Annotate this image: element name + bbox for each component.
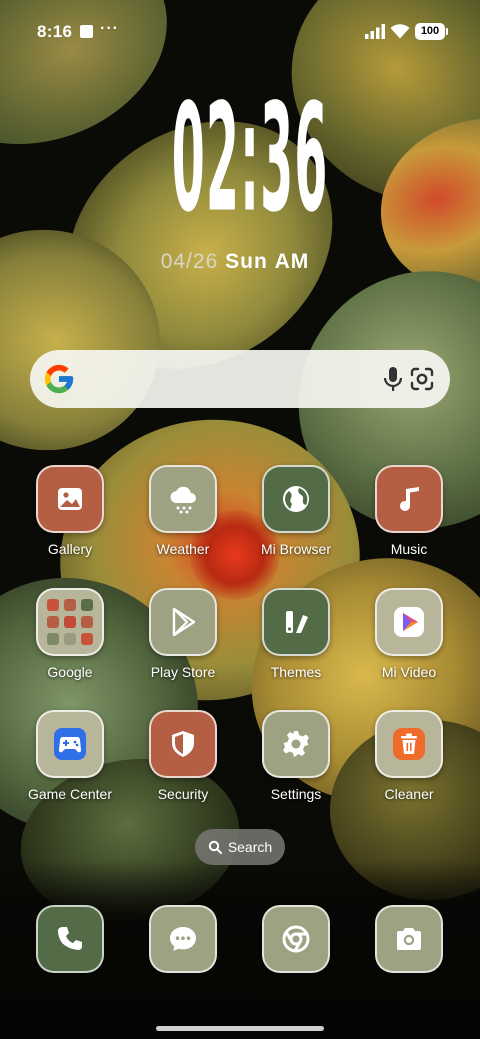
battery-indicator: 100 (415, 23, 448, 40)
signal-icon (365, 24, 385, 39)
clock-date: 04/26 (160, 250, 219, 273)
chrome-icon (282, 925, 310, 953)
more-notifications-icon: ··· (100, 20, 119, 37)
clock-time: 02:36 (171, 71, 329, 246)
notification-icon (80, 25, 93, 38)
status-bar: 8:16 ··· 100 (0, 0, 480, 64)
shield-icon[interactable] (149, 710, 217, 778)
dock-camera[interactable] (375, 905, 443, 973)
google-search-bar[interactable] (30, 350, 450, 408)
trash-icon[interactable] (375, 710, 443, 778)
dock-phone[interactable] (36, 905, 104, 973)
home-indicator[interactable] (156, 1026, 324, 1031)
app-label: Cleaner (384, 786, 434, 802)
app-label: Music (390, 541, 428, 557)
themes-icon[interactable] (262, 588, 330, 656)
clock-meridiem: AM (274, 250, 310, 273)
status-time: 8:16 (37, 22, 73, 41)
clock-date-line: 04/26 Sun AM (120, 250, 350, 274)
search-icon (208, 840, 222, 854)
camera-icon (397, 928, 421, 950)
google-g-icon (44, 364, 74, 394)
wifi-icon (390, 24, 410, 39)
phone-icon (58, 927, 82, 950)
folder-icon[interactable] (36, 588, 104, 656)
weather-icon[interactable] (149, 465, 217, 533)
gamepad-icon[interactable] (36, 710, 104, 778)
music-note-icon[interactable] (375, 465, 443, 533)
search-pill-label: Search (227, 839, 273, 855)
app-search-button[interactable]: Search (195, 829, 285, 865)
dock-chrome[interactable] (262, 905, 330, 973)
dock-messages[interactable] (149, 905, 217, 973)
mi-video-icon[interactable] (375, 588, 443, 656)
clock-widget[interactable]: 02:36 04/26 Sun AM (120, 84, 350, 273)
gear-icon[interactable] (262, 710, 330, 778)
clock-weekday: Sun (225, 250, 268, 273)
play-store-icon[interactable] (149, 588, 217, 656)
messages-icon (170, 927, 196, 951)
mic-icon[interactable] (380, 365, 406, 393)
globe-icon[interactable] (262, 465, 330, 533)
app-label: Mi Video (381, 664, 437, 680)
gallery-icon[interactable] (36, 465, 104, 533)
google-lens-icon[interactable] (408, 365, 436, 393)
